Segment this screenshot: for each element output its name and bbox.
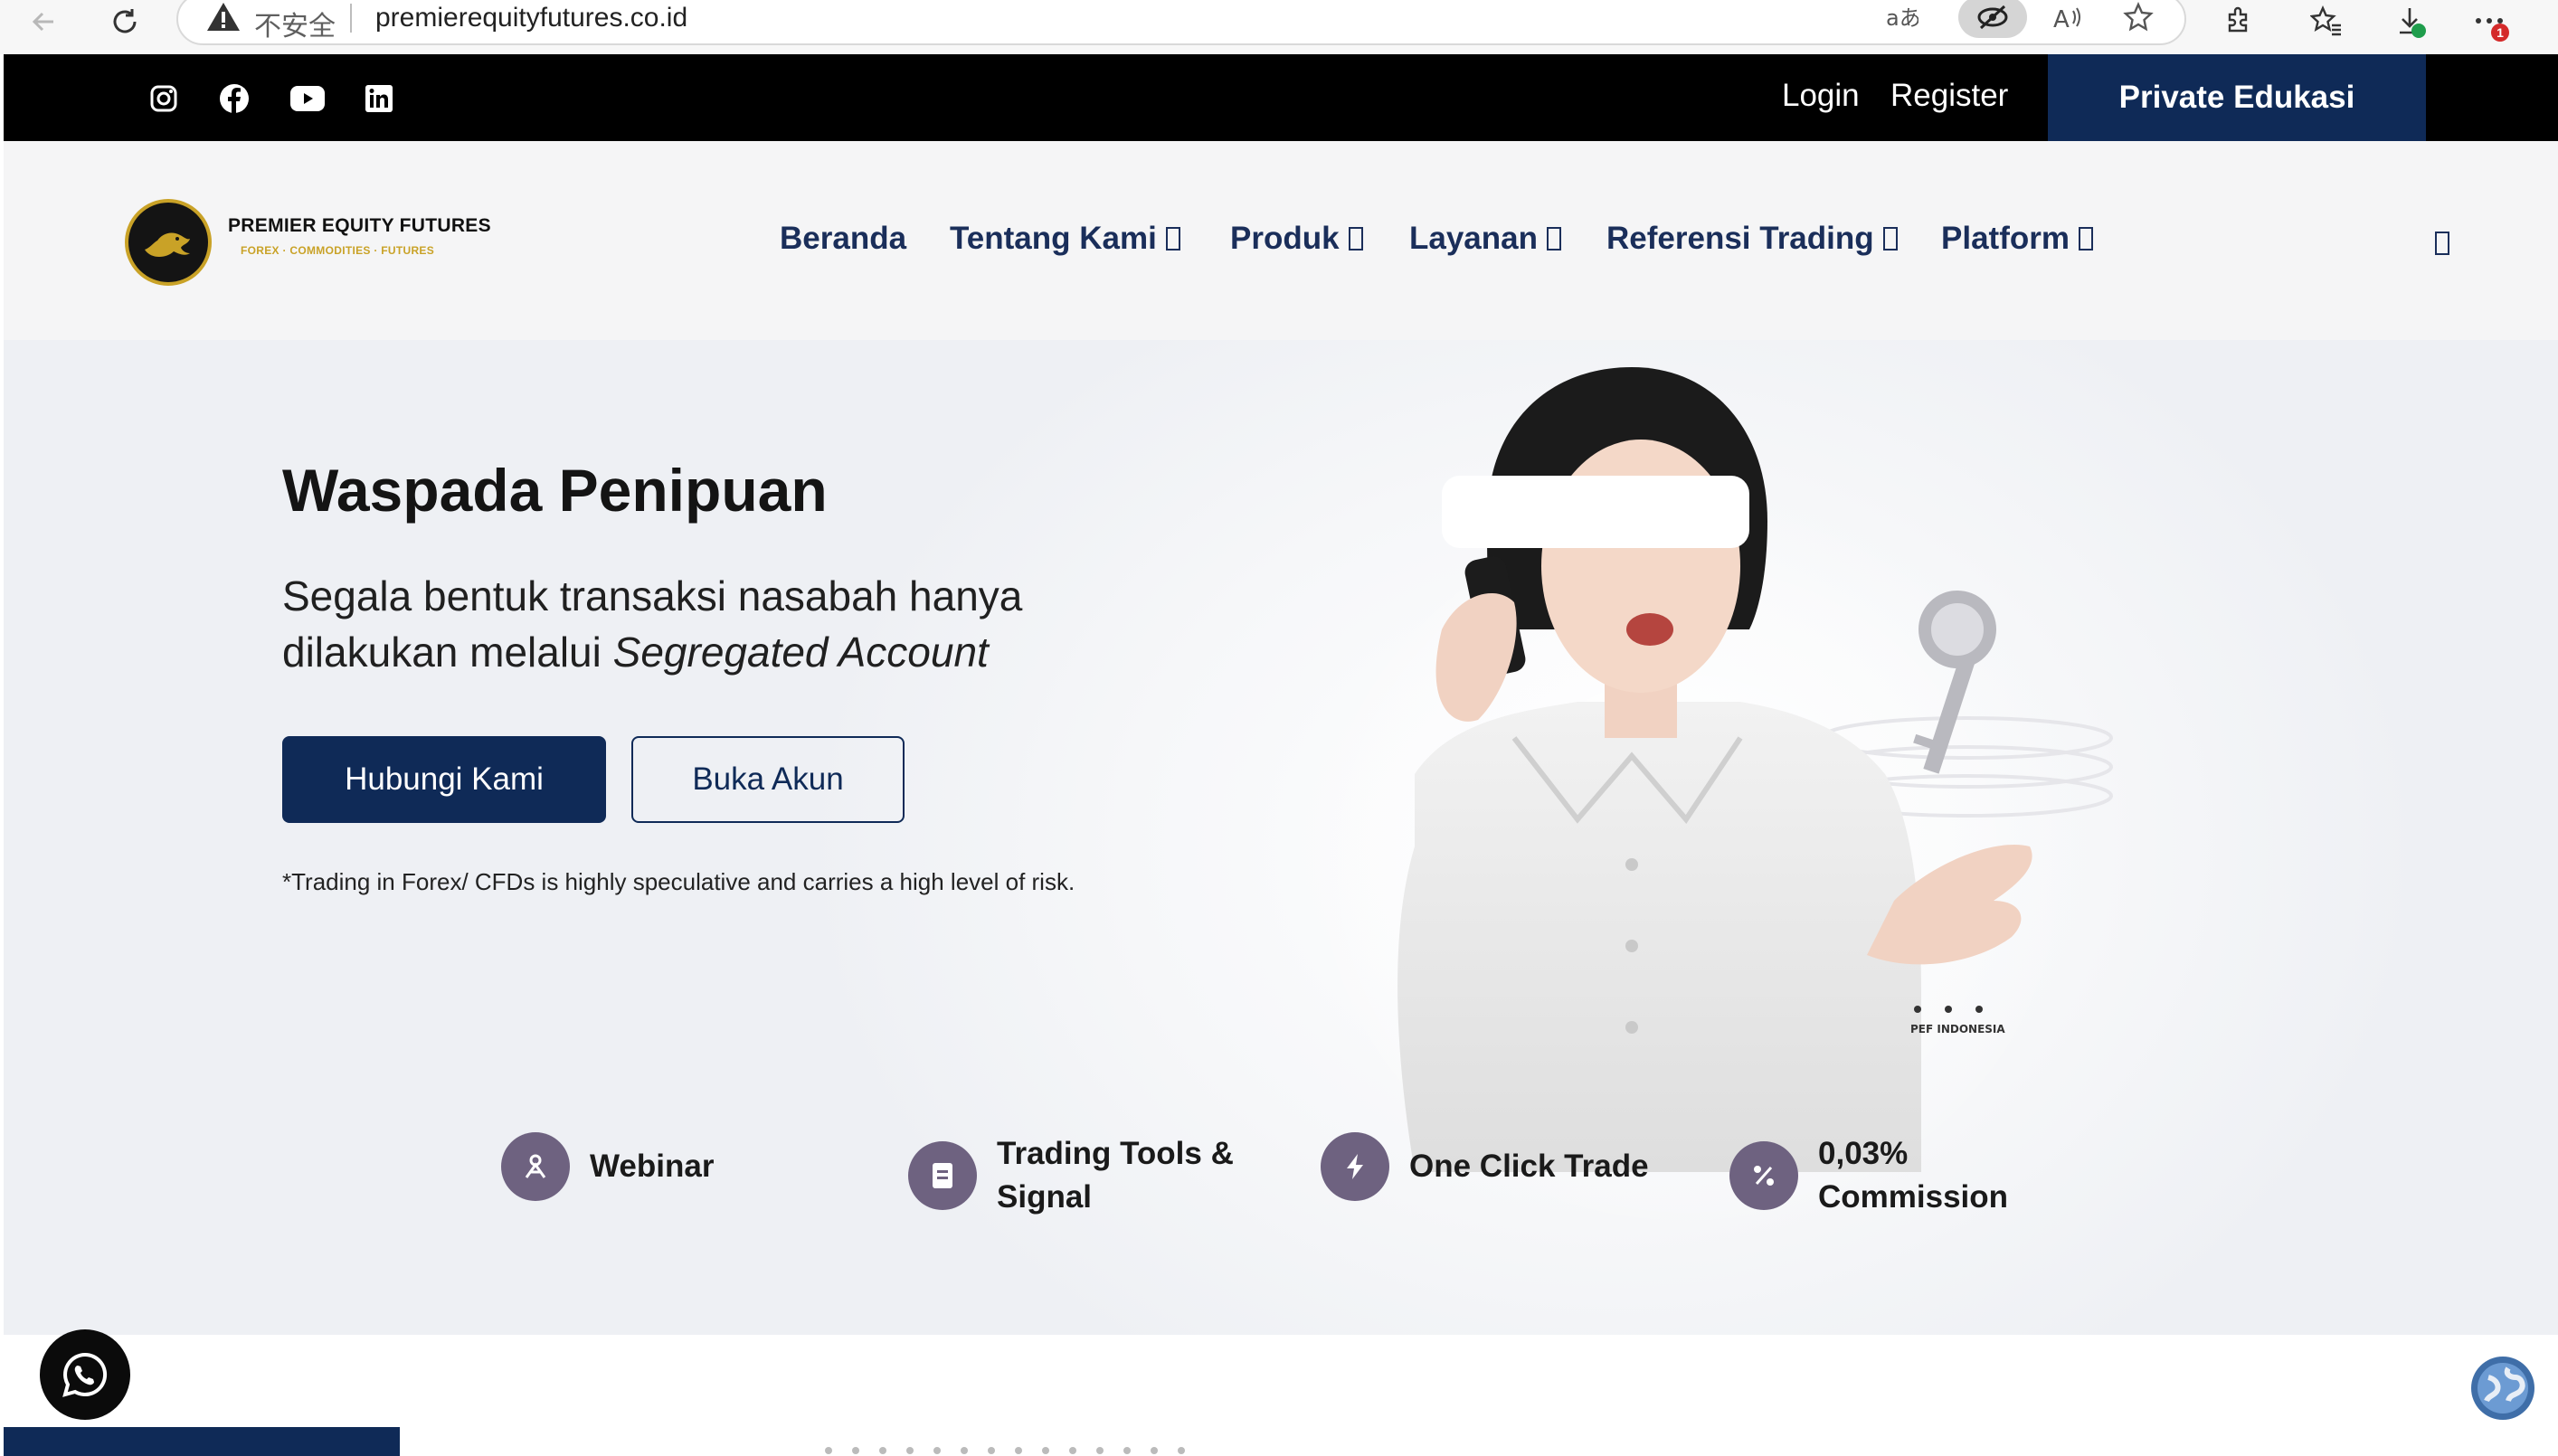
website: Login Register Private Edukasi PREMIER E… <box>4 54 2558 1456</box>
whatsapp-button[interactable] <box>40 1329 130 1420</box>
feature-label: Webinar <box>590 1149 715 1184</box>
downloads-icon[interactable] <box>2386 0 2433 42</box>
svg-text:aあ: aあ <box>1886 5 1918 31</box>
buka-akun-button[interactable]: Buka Akun <box>631 736 905 823</box>
main-header: PREMIER EQUITY FUTURES FOREX · COMMODITI… <box>4 141 2558 340</box>
dropdown-icon <box>1882 227 1898 251</box>
globe-icon[interactable] <box>2471 1357 2534 1420</box>
feature-label: One Click Trade <box>1409 1149 1649 1184</box>
nav-item-label: Layanan <box>1409 221 1538 256</box>
section-accent-bar <box>4 1427 400 1456</box>
risk-disclaimer: *Trading in Forex/ CFDs is highly specul… <box>282 868 1075 895</box>
linkedin-icon[interactable] <box>362 81 396 116</box>
reload-icon[interactable] <box>107 4 143 40</box>
dropdown-icon <box>1547 227 1561 251</box>
feature-label: 0,03% Commission <box>1818 1136 2009 1215</box>
percent-icon <box>1729 1141 1798 1210</box>
nav-item-layanan[interactable]: Layanan <box>1409 221 1561 257</box>
nav-item-label: Produk <box>1230 221 1340 256</box>
tracking-prevention-icon[interactable] <box>1958 0 2027 38</box>
hero-section: Waspada Penipuan Segala bentuk transaksi… <box>4 340 2558 1335</box>
browser-toolbar: 不安全 premierequityfutures.co.id aあ A 1 <box>0 0 2558 54</box>
brand-name: PREMIER EQUITY FUTURES <box>228 215 491 236</box>
brand-tagline: FOREX · COMMODITIES · FUTURES <box>241 244 435 257</box>
address-bar[interactable]: 不安全 premierequityfutures.co.id aあ A <box>176 0 2186 45</box>
search-icon[interactable] <box>2435 232 2449 255</box>
register-link[interactable]: Register <box>1890 78 2008 114</box>
dropdown-icon <box>2078 227 2093 251</box>
nav-item-platform[interactable]: Platform <box>1941 221 2093 257</box>
more-menu-icon[interactable]: 1 <box>2466 0 2513 42</box>
hero-title: Waspada Penipuan <box>282 457 828 524</box>
nav-item-label: Referensi Trading <box>1606 221 1874 256</box>
nav-item-beranda[interactable]: Beranda <box>780 221 906 257</box>
top-bar: Login Register Private Edukasi <box>4 54 2558 141</box>
dropdown-icon <box>1165 227 1180 251</box>
logo-emblem[interactable] <box>125 199 212 286</box>
feature-label: Trading Tools & Signal <box>997 1136 1234 1215</box>
lightning-icon <box>1321 1132 1389 1201</box>
feature-one-click-trade[interactable]: One Click Trade <box>1321 1132 1649 1201</box>
instagram-icon[interactable] <box>147 81 181 116</box>
favorite-star-icon[interactable] <box>2117 0 2159 38</box>
image-caption: PEF INDONESIA <box>1910 1023 2005 1035</box>
hero-subtitle: Segala bentuk transaksi nasabah hanya di… <box>282 572 1023 676</box>
whatsapp-icon <box>62 1352 108 1397</box>
youtube-icon[interactable] <box>289 81 326 116</box>
hubungi-kami-button[interactable]: Hubungi Kami <box>282 736 606 823</box>
slider-dots <box>825 1447 1185 1454</box>
feature-trading-tools[interactable]: Trading Tools & Signal <box>908 1132 1259 1219</box>
svg-text:A: A <box>2053 6 2070 31</box>
feature-commission[interactable]: 0,03% Commission <box>1729 1132 2026 1219</box>
translate-icon[interactable]: aあ <box>1881 0 1922 38</box>
facebook-icon[interactable] <box>217 81 251 116</box>
nav-item-label: Beranda <box>780 221 907 256</box>
dropdown-icon <box>1348 227 1363 251</box>
hero-illustration: PEF INDONESIA <box>1306 367 2113 1244</box>
login-link[interactable]: Login <box>1782 78 1860 114</box>
download-complete-badge <box>2411 24 2426 38</box>
document-icon <box>908 1141 977 1210</box>
notification-badge: 1 <box>2491 24 2509 42</box>
nav-item-referensi-trading[interactable]: Referensi Trading <box>1606 221 1898 257</box>
divider <box>350 4 352 33</box>
feature-webinar[interactable]: Webinar <box>501 1132 714 1201</box>
favorites-icon[interactable] <box>2303 0 2350 42</box>
security-label[interactable]: 不安全 <box>254 4 336 43</box>
nav-item-produk[interactable]: Produk <box>1230 221 1363 257</box>
warning-icon <box>205 0 242 37</box>
read-aloud-icon[interactable]: A <box>2047 0 2089 38</box>
private-edukasi-button[interactable]: Private Edukasi <box>2048 54 2426 141</box>
nav-item-label: Tentang Kami <box>950 221 1157 256</box>
webinar-icon <box>501 1132 570 1201</box>
nav-item-label: Platform <box>1941 221 2070 256</box>
segregated-account-text: Segregated Account <box>612 629 989 676</box>
extensions-icon[interactable] <box>2214 0 2261 42</box>
nav-item-tentang-kami[interactable]: Tentang Kami <box>950 221 1180 257</box>
url-text[interactable]: premierequityfutures.co.id <box>375 3 687 33</box>
back-icon[interactable] <box>25 4 62 40</box>
